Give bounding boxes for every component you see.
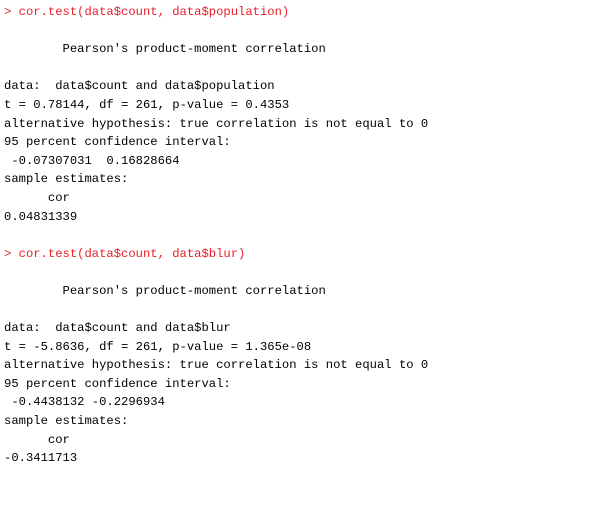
confidence-interval-label: 95 percent confidence interval: [4, 376, 231, 391]
sample-estimates-label: sample estimates: [4, 172, 129, 187]
r-console-output: > cor.test(data$count, data$population) … [4, 3, 607, 468]
sample-estimates-label: sample estimates: [4, 414, 129, 429]
confidence-interval-values: -0.4438132 -0.2296934 [4, 395, 165, 410]
alternative-hypothesis-line: alternative hypothesis: true correlation… [4, 358, 429, 373]
data-line: data: data$count and data$population [4, 79, 275, 94]
statistic-line: t = -5.8636, df = 261, p-value = 1.365e-… [4, 339, 312, 354]
estimate-value: -0.3411713 [4, 451, 78, 466]
test-title: Pearson's product-moment correlation [4, 283, 326, 298]
confidence-interval-label: 95 percent confidence interval: [4, 135, 231, 150]
statistic-line: t = 0.78144, df = 261, p-value = 0.4353 [4, 97, 290, 112]
console-command: > cor.test(data$count, data$population) [4, 5, 290, 19]
data-line: data: data$count and data$blur [4, 321, 231, 336]
console-command: > cor.test(data$count, data$blur) [4, 246, 246, 261]
estimate-name: cor [4, 190, 78, 205]
confidence-interval-values: -0.07307031 0.16828664 [4, 153, 180, 168]
alternative-hypothesis-line: alternative hypothesis: true correlation… [4, 116, 429, 131]
estimate-value: 0.04831339 [4, 209, 78, 224]
test-title: Pearson's product-moment correlation [4, 42, 326, 57]
estimate-name: cor [4, 432, 78, 447]
